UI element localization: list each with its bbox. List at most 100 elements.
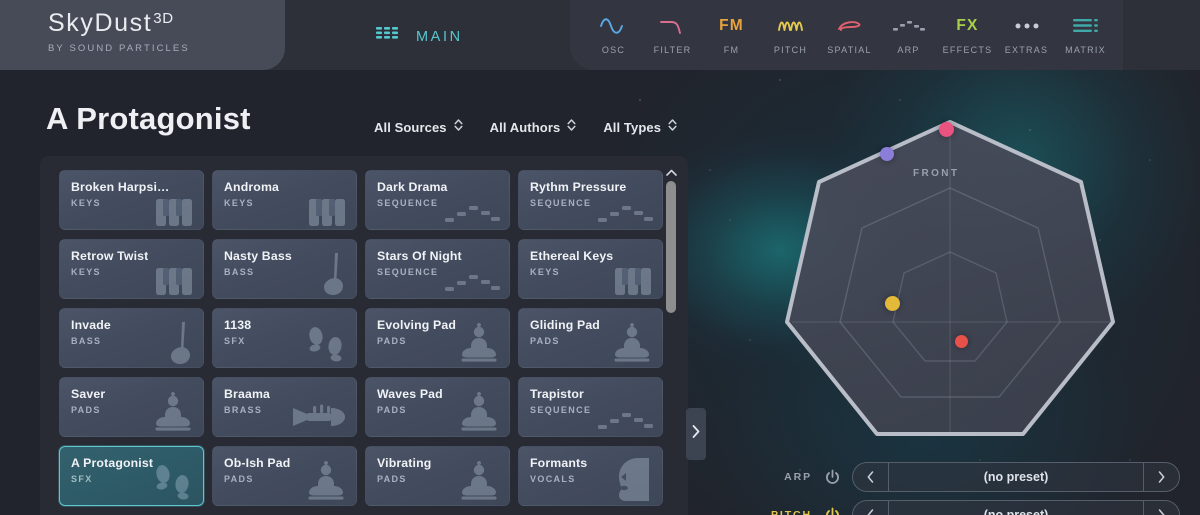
preset-card-name: 1138: [224, 318, 252, 332]
chevron-right-icon[interactable]: [1143, 463, 1179, 491]
preset-list-panel: Broken Harpsi… KEYS Androma KEYS Dark Drama S…: [40, 156, 688, 515]
preset-browser: A Protagonist All Sources All Authors All …: [0, 70, 706, 515]
meditation-icon: [456, 321, 502, 365]
preset-card[interactable]: Trapistor SEQUENCE: [518, 377, 663, 437]
nav-item-extras[interactable]: EXTRAS: [997, 0, 1056, 70]
scrollbar-thumb[interactable]: [666, 181, 676, 313]
skydust-app-window: OSC FILTER FM FM PITCH SPATIAL ARP FX EFFECTS EXT…: [0, 0, 1200, 515]
preset-card-category: PADS: [224, 474, 254, 484]
filter-label: All Types: [603, 120, 662, 135]
scroll-up-arrow[interactable]: [664, 166, 678, 178]
chevron-left-icon[interactable]: [853, 501, 889, 515]
preset-card[interactable]: Dark Drama SEQUENCE: [365, 170, 510, 230]
brand-logo: SkyDust 3D BY SOUND PARTICLES: [48, 9, 190, 54]
preset-card[interactable]: Invade BASS: [59, 308, 204, 368]
preset-card[interactable]: Formants VOCALS: [518, 446, 663, 506]
source-yellow[interactable]: [884, 295, 900, 311]
preset-card-category: SEQUENCE: [377, 198, 439, 208]
meditation-icon: [303, 459, 349, 503]
nav-item-label: ARP: [897, 45, 920, 55]
preset-card-category: PADS: [530, 336, 560, 346]
chevron-right-icon[interactable]: [1143, 501, 1179, 515]
preset-card-category: PADS: [71, 405, 101, 415]
nav-item-label: PITCH: [773, 45, 808, 55]
preset-card[interactable]: A Protagonist SFX: [59, 446, 204, 506]
preset-card-name: Broken Harpsi…: [71, 180, 170, 194]
preset-card-category: KEYS: [71, 267, 101, 277]
preset-card-category: SEQUENCE: [530, 198, 592, 208]
filter-label: All Authors: [489, 120, 561, 135]
preset-card[interactable]: Ethereal Keys KEYS: [518, 239, 663, 299]
preset-card-category: SFX: [71, 474, 93, 484]
preset-card[interactable]: Gliding Pad PADS: [518, 308, 663, 368]
nav-item-filter[interactable]: FILTER: [643, 0, 702, 70]
preset-grid: Broken Harpsi… KEYS Androma KEYS Dark Drama S…: [59, 170, 663, 506]
footprints-icon: [150, 463, 196, 503]
pitch-waves-icon: [776, 13, 806, 39]
modulator-preset-rows: ARP (no preset) PITCH (no preset): [760, 458, 1190, 515]
preset-card-category: SEQUENCE: [530, 405, 592, 415]
preset-card[interactable]: Rythm Pressure SEQUENCE: [518, 170, 663, 230]
preset-card-name: Dark Drama: [377, 180, 448, 194]
bass-guitar-icon: [315, 252, 349, 296]
footprints-icon: [303, 325, 349, 365]
preset-card[interactable]: Nasty Bass BASS: [212, 239, 357, 299]
preset-card[interactable]: 1138 SFX: [212, 308, 357, 368]
filter-dropdown-all-types[interactable]: All Types: [603, 118, 677, 137]
power-icon[interactable]: [812, 507, 852, 515]
nav-item-label: FM: [723, 45, 740, 55]
preset-card[interactable]: Vibrating PADS: [365, 446, 510, 506]
nav-item-arp[interactable]: ARP: [879, 0, 938, 70]
mod-preset-value[interactable]: (no preset): [889, 508, 1143, 515]
meditation-icon: [150, 390, 196, 434]
nav-item-label: MATRIX: [1065, 45, 1106, 55]
preset-card[interactable]: Evolving Pad PADS: [365, 308, 510, 368]
chevron-updown-icon: [567, 118, 576, 137]
preset-list-scrollbar[interactable]: [664, 166, 678, 515]
preset-card[interactable]: Saver PADS: [59, 377, 204, 437]
front-label: FRONT: [913, 168, 960, 179]
mod-preset-selector: (no preset): [852, 500, 1180, 515]
app-header: OSC FILTER FM FM PITCH SPATIAL ARP FX EFFECTS EXT…: [0, 0, 1200, 70]
nav-item-effects[interactable]: FX EFFECTS: [938, 0, 997, 70]
preset-card[interactable]: Stars Of Night SEQUENCE: [365, 239, 510, 299]
nav-item-spatial[interactable]: SPATIAL: [820, 0, 879, 70]
chevron-updown-icon: [454, 118, 463, 137]
filter-dropdown-all-authors[interactable]: All Authors: [490, 118, 577, 137]
three-dots-icon: [1013, 13, 1041, 39]
preset-card-category: KEYS: [224, 198, 254, 208]
nav-item-label: OSC: [601, 45, 626, 55]
power-icon[interactable]: [812, 469, 852, 486]
preset-card-name: Waves Pad: [377, 387, 443, 401]
nav-item-matrix[interactable]: MATRIX: [1056, 0, 1115, 70]
nav-item-osc[interactable]: OSC: [584, 0, 643, 70]
preset-card[interactable]: Ob-Ish Pad PADS: [212, 446, 357, 506]
preset-card-category: VOCALS: [530, 474, 576, 484]
nav-item-pitch[interactable]: PITCH: [761, 0, 820, 70]
preset-card[interactable]: Retrow Twist KEYS: [59, 239, 204, 299]
mod-preset-value[interactable]: (no preset): [889, 470, 1143, 484]
nav-item-fm[interactable]: FM FM: [702, 0, 761, 70]
filter-dropdown-all-sources[interactable]: All Sources: [374, 118, 463, 137]
logo-panel: SkyDust 3D BY SOUND PARTICLES: [0, 0, 285, 70]
filter-curve-icon: [658, 13, 688, 39]
preset-card-name: Invade: [71, 318, 111, 332]
preset-card[interactable]: Broken Harpsi… KEYS: [59, 170, 204, 230]
preset-card-name: Rythm Pressure: [530, 180, 627, 194]
matrix-lines-icon: [1072, 13, 1100, 39]
spatial-stage[interactable]: FRONT: [780, 100, 1120, 450]
tab-main[interactable]: MAIN: [376, 27, 463, 47]
nav-item-label: EFFECTS: [942, 45, 993, 55]
preset-card[interactable]: Braama BRASS: [212, 377, 357, 437]
chevron-left-icon[interactable]: [853, 463, 889, 491]
tab-main-label: MAIN: [416, 29, 463, 45]
brand-superscript: 3D: [153, 10, 174, 27]
preset-card[interactable]: Waves Pad PADS: [365, 377, 510, 437]
preset-card[interactable]: Androma KEYS: [212, 170, 357, 230]
bass-guitar-icon: [162, 321, 196, 365]
mod-row-pitch: PITCH (no preset): [760, 496, 1190, 515]
chevron-updown-icon: [668, 118, 677, 137]
preset-card-name: Ob-Ish Pad: [224, 456, 291, 470]
preset-card-name: A Protagonist: [71, 456, 154, 470]
preset-card-name: Retrow Twist: [71, 249, 149, 263]
